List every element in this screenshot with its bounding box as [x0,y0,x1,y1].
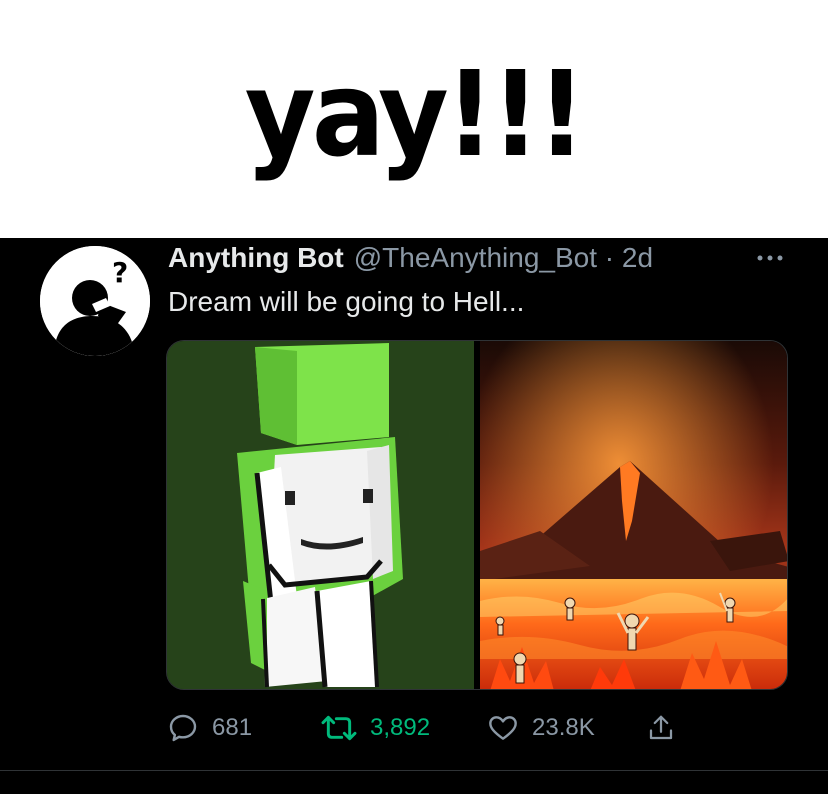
share-icon [649,715,673,740]
question-head-icon: ? [40,246,150,356]
share-button[interactable] [646,708,676,748]
reply-count: 681 [212,714,253,741]
retweet-count: 3,892 [370,714,431,741]
tweet-divider [0,770,828,771]
reply-button[interactable]: 681 [166,708,252,748]
like-button[interactable]: 23.8K [486,708,595,748]
retweet-button[interactable]: 3,892 [320,708,430,748]
like-count: 23.8K [532,714,595,741]
meme-caption-band: yay!!! [0,0,828,238]
tweet-text: Dream will be going to Hell... [168,286,525,317]
meme-caption: yay!!! [245,45,587,183]
retweet-icon [321,715,357,741]
display-name[interactable]: Anything Bot [168,242,344,274]
svg-text:?: ? [112,256,128,289]
tweet-media[interactable] [166,340,788,690]
hell-volcano-drawing [480,341,787,689]
heart-icon [489,716,517,740]
tweet-card[interactable]: ? Anything Bot @TheAnything_Bot · 2d Dre… [0,238,828,794]
minecraft-character-image[interactable] [167,341,474,689]
tweet-header: Anything Bot @TheAnything_Bot · 2d [168,242,653,278]
avatar[interactable]: ? [40,246,150,356]
reply-icon [169,714,197,742]
ellipsis-icon[interactable] [752,246,788,270]
minecraft-skin-drawing [167,341,474,689]
handle-and-time[interactable]: @TheAnything_Bot · 2d [354,242,653,274]
tweet-actions: 681 3,892 23.8K [166,708,726,748]
hell-landscape-image[interactable] [480,341,787,689]
